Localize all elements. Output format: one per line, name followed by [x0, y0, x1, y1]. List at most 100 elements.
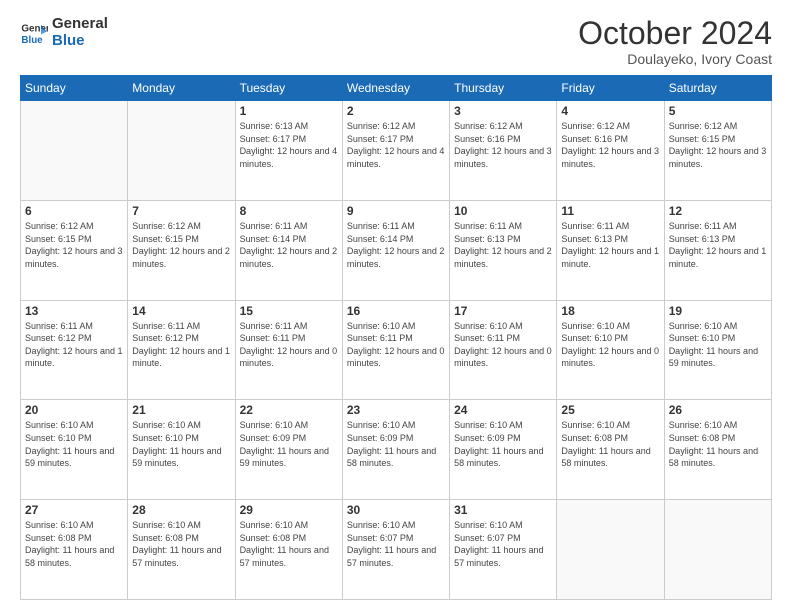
calendar-week-4: 27 Sunrise: 6:10 AMSunset: 6:08 PMDayligh… [21, 500, 772, 600]
day-info: Sunrise: 6:10 AMSunset: 6:10 PMDaylight:… [132, 419, 230, 469]
calendar-week-2: 13 Sunrise: 6:11 AMSunset: 6:12 PMDayligh… [21, 300, 772, 400]
day-number: 13 [25, 304, 123, 318]
day-info: Sunrise: 6:10 AMSunset: 6:07 PMDaylight:… [454, 519, 552, 569]
day-info: Sunrise: 6:10 AMSunset: 6:08 PMDaylight:… [25, 519, 123, 569]
day-number: 21 [132, 403, 230, 417]
day-number: 8 [240, 204, 338, 218]
calendar-cell: 19 Sunrise: 6:10 AMSunset: 6:10 PMDayligh… [664, 300, 771, 400]
day-info: Sunrise: 6:10 AMSunset: 6:11 PMDaylight:… [347, 320, 445, 370]
day-info: Sunrise: 6:10 AMSunset: 6:09 PMDaylight:… [454, 419, 552, 469]
calendar-cell: 7 Sunrise: 6:12 AMSunset: 6:15 PMDaylight… [128, 200, 235, 300]
calendar-cell: 20 Sunrise: 6:10 AMSunset: 6:10 PMDayligh… [21, 400, 128, 500]
day-number: 24 [454, 403, 552, 417]
day-info: Sunrise: 6:11 AMSunset: 6:12 PMDaylight:… [132, 320, 230, 370]
day-number: 2 [347, 104, 445, 118]
day-number: 12 [669, 204, 767, 218]
calendar-cell [21, 101, 128, 201]
calendar-cell: 18Sunrise: 6:10 AMSunset: 6:10 PMDayligh… [557, 300, 664, 400]
day-info: Sunrise: 6:11 AMSunset: 6:13 PMDaylight:… [454, 220, 552, 270]
calendar-cell: 22Sunrise: 6:10 AMSunset: 6:09 PMDayligh… [235, 400, 342, 500]
calendar-week-1: 6 Sunrise: 6:12 AMSunset: 6:15 PMDaylight… [21, 200, 772, 300]
day-info: Sunrise: 6:10 AMSunset: 6:08 PMDaylight:… [132, 519, 230, 569]
logo-blue: Blue [52, 33, 108, 50]
day-info: Sunrise: 6:10 AMSunset: 6:10 PMDaylight:… [561, 320, 659, 370]
location: Doulayeko, Ivory Coast [578, 51, 772, 67]
day-header-sunday: Sunday [21, 76, 128, 101]
day-number: 16 [347, 304, 445, 318]
day-number: 14 [132, 304, 230, 318]
calendar-cell: 10 Sunrise: 6:11 AMSunset: 6:13 PMDayligh… [450, 200, 557, 300]
calendar-header-row: SundayMondayTuesdayWednesdayThursdayFrid… [21, 76, 772, 101]
day-info: Sunrise: 6:12 AMSunset: 6:15 PMDaylight:… [669, 120, 767, 170]
calendar-cell: 1Sunrise: 6:13 AMSunset: 6:17 PMDaylight… [235, 101, 342, 201]
day-info: Sunrise: 6:11 AMSunset: 6:14 PMDaylight:… [347, 220, 445, 270]
day-number: 6 [25, 204, 123, 218]
calendar-cell: 14 Sunrise: 6:11 AMSunset: 6:12 PMDayligh… [128, 300, 235, 400]
calendar-cell [557, 500, 664, 600]
day-number: 5 [669, 104, 767, 118]
day-info: Sunrise: 6:10 AMSunset: 6:08 PMDaylight:… [240, 519, 338, 569]
day-number: 19 [669, 304, 767, 318]
day-number: 27 [25, 503, 123, 517]
day-number: 7 [132, 204, 230, 218]
day-info: Sunrise: 6:10 AMSunset: 6:09 PMDaylight:… [240, 419, 338, 469]
calendar-cell: 29 Sunrise: 6:10 AMSunset: 6:08 PMDayligh… [235, 500, 342, 600]
day-info: Sunrise: 6:10 AMSunset: 6:11 PMDaylight:… [454, 320, 552, 370]
day-number: 30 [347, 503, 445, 517]
day-number: 15 [240, 304, 338, 318]
day-number: 11 [561, 204, 659, 218]
day-header-friday: Friday [557, 76, 664, 101]
day-number: 29 [240, 503, 338, 517]
day-info: Sunrise: 6:10 AMSunset: 6:08 PMDaylight:… [669, 419, 767, 469]
day-number: 31 [454, 503, 552, 517]
day-number: 4 [561, 104, 659, 118]
day-number: 17 [454, 304, 552, 318]
day-header-thursday: Thursday [450, 76, 557, 101]
calendar-cell: 26Sunrise: 6:10 AMSunset: 6:08 PMDayligh… [664, 400, 771, 500]
day-header-wednesday: Wednesday [342, 76, 449, 101]
calendar-cell: 28 Sunrise: 6:10 AMSunset: 6:08 PMDayligh… [128, 500, 235, 600]
calendar-cell: 9 Sunrise: 6:11 AMSunset: 6:14 PMDaylight… [342, 200, 449, 300]
day-number: 25 [561, 403, 659, 417]
day-info: Sunrise: 6:10 AMSunset: 6:07 PMDaylight:… [347, 519, 445, 569]
calendar-cell: 27 Sunrise: 6:10 AMSunset: 6:08 PMDayligh… [21, 500, 128, 600]
day-info: Sunrise: 6:10 AMSunset: 6:10 PMDaylight:… [669, 320, 767, 370]
day-header-monday: Monday [128, 76, 235, 101]
calendar-week-3: 20 Sunrise: 6:10 AMSunset: 6:10 PMDayligh… [21, 400, 772, 500]
day-info: Sunrise: 6:12 AMSunset: 6:16 PMDaylight:… [561, 120, 659, 170]
calendar-cell [664, 500, 771, 600]
day-info: Sunrise: 6:10 AMSunset: 6:10 PMDaylight:… [25, 419, 123, 469]
calendar-week-0: 1Sunrise: 6:13 AMSunset: 6:17 PMDaylight… [21, 101, 772, 201]
day-info: Sunrise: 6:12 AMSunset: 6:15 PMDaylight:… [25, 220, 123, 270]
logo: General Blue General Blue [20, 16, 108, 49]
calendar-cell: 12 Sunrise: 6:11 AMSunset: 6:13 PMDayligh… [664, 200, 771, 300]
calendar-cell: 4 Sunrise: 6:12 AMSunset: 6:16 PMDaylight… [557, 101, 664, 201]
day-number: 20 [25, 403, 123, 417]
day-info: Sunrise: 6:11 AMSunset: 6:13 PMDaylight:… [669, 220, 767, 270]
day-info: Sunrise: 6:12 AMSunset: 6:15 PMDaylight:… [132, 220, 230, 270]
month-year: October 2024 [578, 16, 772, 51]
calendar-cell: 3Sunrise: 6:12 AMSunset: 6:16 PMDaylight… [450, 101, 557, 201]
calendar-cell: 15 Sunrise: 6:11 AMSunset: 6:11 PMDayligh… [235, 300, 342, 400]
calendar-cell: 6 Sunrise: 6:12 AMSunset: 6:15 PMDaylight… [21, 200, 128, 300]
header: General Blue General Blue October 2024 D… [20, 16, 772, 67]
calendar-cell: 2 Sunrise: 6:12 AMSunset: 6:17 PMDaylight… [342, 101, 449, 201]
day-number: 10 [454, 204, 552, 218]
day-info: Sunrise: 6:11 AMSunset: 6:13 PMDaylight:… [561, 220, 659, 270]
day-info: Sunrise: 6:11 AMSunset: 6:12 PMDaylight:… [25, 320, 123, 370]
day-info: Sunrise: 6:12 AMSunset: 6:16 PMDaylight:… [454, 120, 552, 170]
day-number: 9 [347, 204, 445, 218]
title-block: October 2024 Doulayeko, Ivory Coast [578, 16, 772, 67]
calendar-cell: 21 Sunrise: 6:10 AMSunset: 6:10 PMDayligh… [128, 400, 235, 500]
calendar-cell: 11 Sunrise: 6:11 AMSunset: 6:13 PMDayligh… [557, 200, 664, 300]
day-info: Sunrise: 6:13 AMSunset: 6:17 PMDaylight:… [240, 120, 338, 170]
calendar-cell: 17 Sunrise: 6:10 AMSunset: 6:11 PMDayligh… [450, 300, 557, 400]
day-info: Sunrise: 6:11 AMSunset: 6:11 PMDaylight:… [240, 320, 338, 370]
calendar-cell: 25Sunrise: 6:10 AMSunset: 6:08 PMDayligh… [557, 400, 664, 500]
svg-text:Blue: Blue [21, 34, 43, 45]
day-number: 28 [132, 503, 230, 517]
day-info: Sunrise: 6:10 AMSunset: 6:09 PMDaylight:… [347, 419, 445, 469]
page: General Blue General Blue October 2024 D… [0, 0, 792, 612]
calendar-cell: 13 Sunrise: 6:11 AMSunset: 6:12 PMDayligh… [21, 300, 128, 400]
day-info: Sunrise: 6:12 AMSunset: 6:17 PMDaylight:… [347, 120, 445, 170]
